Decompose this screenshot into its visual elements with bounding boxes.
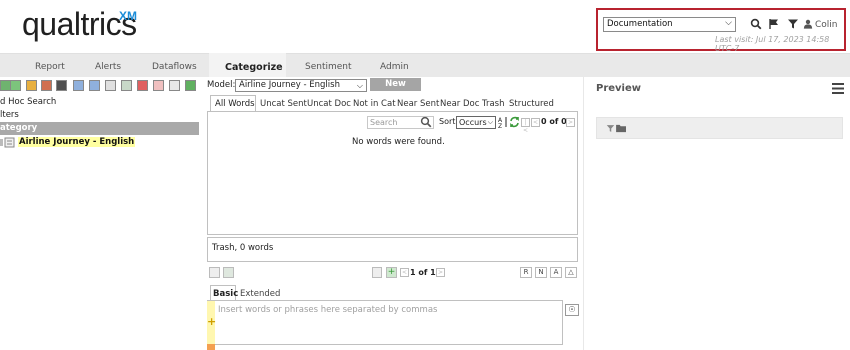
dataset-select[interactable]: Documentation ⌵: [603, 17, 736, 32]
tree-node-icon[interactable]: [0, 137, 16, 148]
prev-page-button[interactable]: <: [531, 118, 540, 127]
tab-dataflows[interactable]: Dataflows: [152, 62, 197, 72]
search-icon[interactable]: [420, 116, 432, 128]
sort-select[interactable]: Occurs ⌵: [456, 116, 496, 129]
svg-text:Z: Z: [498, 123, 502, 128]
hamburger-menu-icon[interactable]: [832, 83, 844, 94]
tab-admin[interactable]: Admin: [380, 62, 409, 72]
add-phrase-icon[interactable]: +: [207, 315, 216, 328]
subtab-uncat-doc[interactable]: Uncat Doc: [307, 99, 351, 109]
preview-title: Preview: [596, 83, 642, 94]
hierarchy-icon[interactable]: [105, 80, 116, 91]
filter-icon[interactable]: [606, 124, 615, 133]
trash-icon[interactable]: [372, 267, 382, 278]
pager-bottom: 1 of 1: [410, 268, 436, 277]
new-model-button[interactable]: New Model: [370, 78, 421, 102]
tab-alerts[interactable]: Alerts: [95, 62, 121, 72]
subtab-trash[interactable]: Trash: [482, 99, 504, 109]
edit-icon[interactable]: [41, 80, 52, 91]
save-icon[interactable]: [209, 267, 220, 278]
panel-divider: [583, 76, 584, 350]
main-tab-bar: [0, 53, 850, 77]
input-gutter-orange: [207, 344, 215, 350]
dark-square-icon[interactable]: [56, 80, 67, 91]
user-icon[interactable]: [803, 19, 813, 29]
subtab-uncat-sent[interactable]: Uncat Sent: [260, 99, 307, 109]
subtab-not-in-cat[interactable]: Not in Cat: [353, 99, 396, 109]
xm-logo-mark: XM: [119, 9, 137, 23]
user-name[interactable]: Colin: [815, 20, 838, 30]
refresh-icon[interactable]: [185, 80, 196, 91]
lightbulb-icon[interactable]: ☉: [565, 304, 579, 316]
folder-open-icon[interactable]: [616, 124, 627, 133]
copy-icon[interactable]: [223, 267, 234, 278]
model-select[interactable]: Airline Journey - English ⌵: [235, 79, 367, 92]
left-row-filters[interactable]: lters: [0, 109, 199, 122]
tab-extended[interactable]: Extended: [240, 289, 280, 299]
chevron-down-icon: ⌵: [725, 18, 732, 28]
model-select-value: Airline Journey - English: [239, 80, 340, 90]
tab-sentiment[interactable]: Sentiment: [305, 62, 352, 72]
pdf-icon[interactable]: [153, 80, 164, 91]
dataset-select-value: Documentation: [607, 19, 673, 29]
export-icon[interactable]: [169, 80, 180, 91]
subtab-structured[interactable]: Structured: [509, 99, 554, 109]
regex-a-icon[interactable]: A: [550, 267, 562, 278]
chevron-down-icon: ⌵: [356, 81, 363, 90]
refresh-icon[interactable]: [509, 116, 520, 128]
regex-n-icon[interactable]: N: [535, 267, 547, 278]
subtab-near-doc[interactable]: Near Doc: [440, 99, 479, 109]
up-arrow-icon[interactable]: [73, 80, 84, 91]
chevron-down-icon: ⌵: [487, 118, 493, 126]
model-label: Model:: [207, 80, 236, 90]
sort-az-icon[interactable]: A Z: [498, 116, 508, 128]
down-arrow-icon[interactable]: [89, 80, 100, 91]
words-input-placeholder: Insert words or phrases here separated b…: [218, 305, 438, 315]
subtab-near-sent[interactable]: Near Sent: [397, 99, 439, 109]
tab-report[interactable]: Report: [35, 62, 65, 72]
last-visit-text: Last visit: Jul 17, 2023 14:58 UTC-7: [715, 35, 830, 53]
prev-page-button-bottom[interactable]: <: [400, 268, 409, 277]
next-page-button[interactable]: >: [566, 118, 575, 127]
next-page-button-bottom[interactable]: >: [436, 268, 445, 277]
left-row-ad-hoc-search[interactable]: d Hoc Search: [0, 96, 199, 109]
empty-words-message: No words were found.: [352, 137, 445, 147]
tab-categorize[interactable]: Categorize: [225, 62, 283, 73]
left-row-category[interactable]: ategory: [0, 122, 199, 135]
regex-triangle-icon[interactable]: △: [565, 267, 577, 278]
tree-item-airline-journey[interactable]: Airline Journey - English: [18, 137, 136, 147]
subtab-all-words[interactable]: All Words: [215, 99, 255, 109]
sort-select-value: Occurs: [459, 118, 487, 127]
flag-icon[interactable]: [768, 18, 780, 30]
filter-icon[interactable]: [787, 18, 799, 30]
add-icon[interactable]: +: [386, 267, 397, 278]
trash-count: Trash, 0 words: [212, 243, 274, 253]
grid-icon[interactable]: [121, 80, 132, 91]
preview-filter-bar: [596, 117, 843, 139]
tab-basic[interactable]: Basic: [213, 289, 238, 299]
report-icon[interactable]: [137, 80, 148, 91]
pager-top: 0 of 0: [541, 117, 567, 126]
add-category-icon[interactable]: [10, 80, 21, 91]
sort-label: Sort: [439, 117, 456, 126]
first-page-button[interactable]: |<: [521, 118, 530, 134]
search-icon[interactable]: [750, 18, 762, 30]
move-icon[interactable]: [26, 80, 37, 91]
regex-r-icon[interactable]: R: [520, 267, 532, 278]
